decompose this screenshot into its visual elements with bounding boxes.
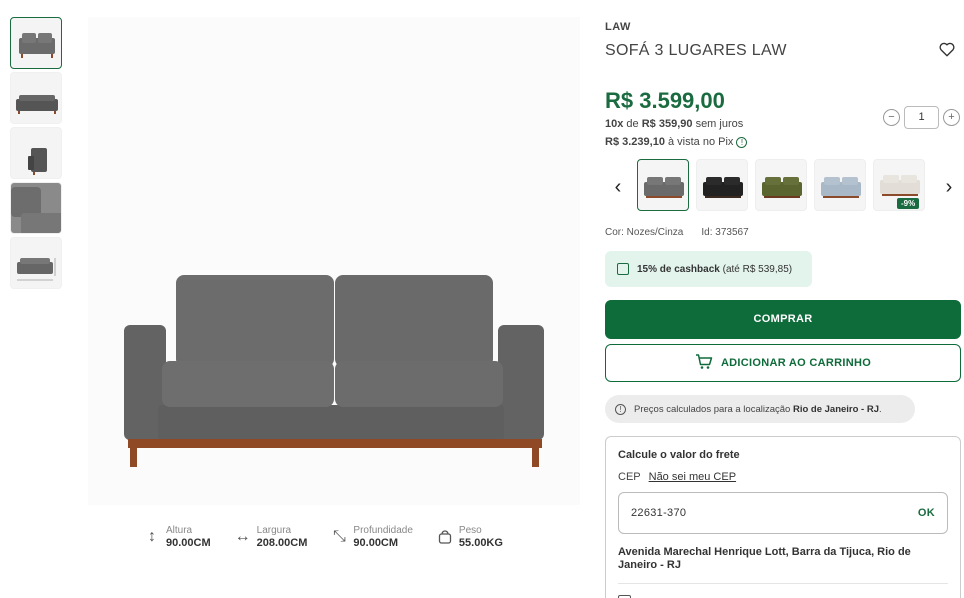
swatch-verde[interactable] bbox=[755, 159, 807, 211]
shipping-title: Calcule o valor do frete bbox=[618, 449, 740, 461]
color-swatches: -9% bbox=[637, 159, 925, 211]
buy-button[interactable]: COMPRAR bbox=[605, 300, 961, 339]
installments-text: 10x de R$ 359,90 sem juros bbox=[605, 118, 743, 130]
location-notice: ! Preços calculados para a localização R… bbox=[605, 395, 915, 423]
thumbnail-2[interactable] bbox=[10, 72, 62, 124]
quantity-plus-button[interactable]: + bbox=[943, 109, 960, 126]
dimension-label: Profundidade bbox=[353, 525, 413, 536]
depth-arrow-icon: ⤡ bbox=[333, 528, 346, 545]
dimension-weight: Peso 55.00KG bbox=[437, 524, 503, 550]
product-brand[interactable]: LAW bbox=[605, 21, 631, 33]
cep-row: CEP Não sei meu CEP bbox=[618, 471, 736, 483]
shipping-calculator: Calcule o valor do frete CEP Não sei meu… bbox=[605, 436, 961, 598]
dimension-value: 208.00CM bbox=[256, 537, 308, 549]
installments-de: de bbox=[626, 118, 639, 130]
chevron-right-icon[interactable]: › bbox=[941, 176, 957, 199]
shipping-address: Avenida Marechal Henrique Lott, Barra da… bbox=[618, 546, 911, 571]
divider bbox=[618, 583, 948, 584]
favorite-heart-icon[interactable] bbox=[938, 40, 956, 58]
dimensions-row: ↕ Altura 90.00CM ↔ Largura 208.00CM ⤡ Prof… bbox=[144, 524, 503, 550]
location-text: Preços calculados para a localização bbox=[634, 403, 791, 415]
product-id: Id: 373567 bbox=[701, 227, 749, 238]
add-to-cart-button[interactable]: ADICIONAR AO CARRINHO bbox=[605, 344, 961, 382]
discount-badge: -9% bbox=[897, 198, 920, 209]
dimension-width: ↔ Largura 208.00CM bbox=[235, 524, 308, 550]
product-title: SOFÁ 3 LUGARES LAW bbox=[605, 42, 787, 59]
dimension-depth: ⤡ Profundidade 90.00CM bbox=[331, 524, 413, 550]
cep-value: 22631-370 bbox=[631, 507, 687, 519]
installments-count: 10x bbox=[605, 118, 624, 130]
info-icon[interactable]: ! bbox=[736, 136, 748, 148]
pix-suffix: à vista no Pix bbox=[668, 136, 734, 148]
pix-price-text: R$ 3.239,10 à vista no Pix ! bbox=[605, 136, 748, 148]
installments-suffix: sem juros bbox=[695, 118, 744, 130]
thumbnail-4[interactable] bbox=[10, 182, 62, 234]
cashback-detail: (até R$ 539,85) bbox=[722, 263, 793, 275]
dimension-value: 55.00KG bbox=[458, 537, 503, 549]
dimension-label: Largura bbox=[256, 525, 292, 536]
width-arrow-icon: ↔ bbox=[234, 528, 251, 545]
product-meta: Cor: Nozes/Cinza Id: 373567 bbox=[605, 227, 749, 238]
info-icon: ! bbox=[615, 403, 626, 415]
swatch-preto[interactable] bbox=[696, 159, 748, 211]
gift-icon bbox=[617, 263, 629, 275]
location-place: Rio de Janeiro - RJ bbox=[792, 403, 880, 415]
swatch-azul[interactable] bbox=[814, 159, 866, 211]
dimension-height: ↕ Altura 90.00CM bbox=[144, 524, 211, 550]
dimension-value: 90.00CM bbox=[353, 537, 399, 549]
cashback-highlight: 15% de cashback bbox=[637, 263, 720, 275]
swatch-bege[interactable]: -9% bbox=[873, 159, 925, 211]
product-price: R$ 3.599,00 bbox=[605, 88, 725, 113]
location-end: . bbox=[879, 403, 882, 415]
chevron-left-icon[interactable]: ‹ bbox=[610, 176, 626, 199]
installments-value: R$ 359,90 bbox=[641, 118, 693, 130]
quantity-minus-button[interactable]: − bbox=[883, 109, 900, 126]
cep-input[interactable]: 22631-370 OK bbox=[618, 492, 948, 534]
thumbnail-gallery bbox=[10, 17, 62, 292]
dont-know-cep-link[interactable]: Não sei meu CEP bbox=[649, 471, 736, 483]
dimension-label: Peso bbox=[458, 525, 482, 536]
add-to-cart-label: ADICIONAR AO CARRINHO bbox=[720, 357, 872, 369]
thumbnail-1[interactable] bbox=[10, 17, 62, 69]
color-label: Cor: Nozes/Cinza bbox=[605, 227, 684, 238]
cep-label: CEP bbox=[618, 471, 641, 483]
quantity-stepper: − 1 + bbox=[883, 106, 960, 129]
dimension-label: Altura bbox=[166, 525, 193, 536]
height-arrow-icon: ↕ bbox=[148, 528, 156, 545]
quantity-input[interactable]: 1 bbox=[904, 106, 939, 129]
thumbnail-3[interactable] bbox=[10, 127, 62, 179]
cashback-banner: 15% de cashback (até R$ 539,85) bbox=[605, 251, 812, 287]
pix-value: R$ 3.239,10 bbox=[605, 136, 665, 148]
main-product-image bbox=[88, 17, 580, 505]
thumbnail-5[interactable] bbox=[10, 237, 62, 289]
cart-icon bbox=[695, 353, 713, 373]
weight-icon bbox=[437, 527, 453, 547]
cep-ok-button[interactable]: OK bbox=[918, 493, 935, 533]
dimension-value: 90.00CM bbox=[166, 537, 211, 549]
swatch-cinza[interactable] bbox=[637, 159, 689, 211]
